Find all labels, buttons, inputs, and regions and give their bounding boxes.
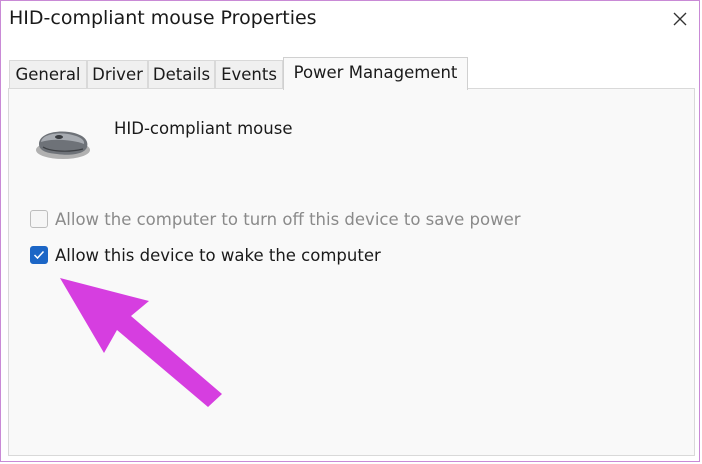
title-bar: HID-compliant mouse Properties	[1, 1, 699, 41]
device-name: HID-compliant mouse	[114, 119, 293, 138]
window-title: HID-compliant mouse Properties	[9, 7, 317, 29]
allow-wake-checkbox[interactable]	[30, 246, 48, 264]
allow-wake-option: Allow this device to wake the computer	[30, 244, 381, 266]
tab-events[interactable]: Events	[215, 60, 283, 88]
tab-details[interactable]: Details	[148, 60, 215, 88]
tab-driver[interactable]: Driver	[87, 60, 148, 88]
tab-general[interactable]: General	[9, 60, 87, 88]
allow-turn-off-option: Allow the computer to turn off this devi…	[30, 208, 521, 230]
tab-strip: General Driver Details Events Power Mana…	[1, 41, 699, 90]
allow-wake-label: Allow this device to wake the computer	[55, 245, 381, 265]
allow-turn-off-label: Allow the computer to turn off this devi…	[55, 209, 521, 229]
power-management-panel: HID-compliant mouse Allow the computer t…	[8, 88, 695, 456]
close-icon	[673, 12, 687, 26]
allow-turn-off-checkbox[interactable]	[30, 210, 48, 228]
checkmark-icon	[33, 250, 45, 260]
mouse-icon	[36, 131, 90, 159]
properties-dialog: HID-compliant mouse Properties General D…	[0, 0, 700, 462]
tab-power-management[interactable]: Power Management	[283, 57, 468, 90]
close-button[interactable]	[665, 5, 695, 33]
